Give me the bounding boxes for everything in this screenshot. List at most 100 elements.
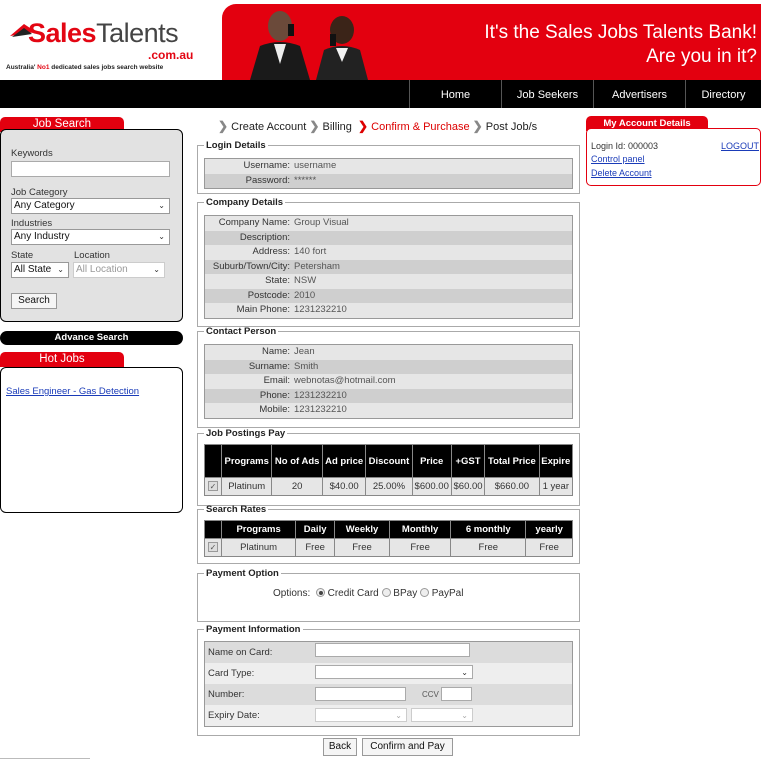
back-button[interactable]: Back [323, 738, 357, 756]
state-select[interactable]: All State ⌄ [11, 262, 69, 278]
job-search-panel: Keywords Job Category Any Category ⌄ Indu… [0, 129, 183, 322]
ccv-input[interactable] [441, 687, 472, 701]
business-people-photo [250, 11, 368, 80]
logout-link[interactable]: LOGOUT [721, 141, 759, 151]
chevron-down-icon: ⌄ [57, 265, 64, 274]
kv-row: Main Phone: 1231232210 [205, 303, 572, 318]
chevron-down-icon: ⌄ [461, 668, 468, 677]
kv-row: Surname: Smith [205, 359, 572, 374]
industries-select[interactable]: Any Industry ⌄ [11, 229, 170, 245]
col-header: Total Price [484, 444, 540, 478]
step-post-jobs: Post Job/s [485, 121, 538, 133]
paypal-radio[interactable] [419, 588, 429, 597]
kv-row: Password: ****** [205, 173, 572, 188]
col-header: Monthly [388, 520, 452, 539]
col-header: Programs [220, 444, 273, 478]
login-details-legend: Login Details [206, 140, 266, 151]
nav-advertisers[interactable]: Advertisers [593, 80, 685, 108]
col-header: Programs [220, 520, 297, 539]
col-header: Discount [365, 444, 413, 478]
card-number-input[interactable] [315, 687, 406, 701]
payment-options-row: Options: Credit Card BPay PayPal [273, 588, 463, 599]
nav-job-seekers[interactable]: Job Seekers [501, 80, 593, 108]
credit-card-label: Credit Card [327, 588, 379, 599]
footer-divider [0, 758, 90, 759]
state-label: State [11, 250, 34, 261]
search-button[interactable]: Search [11, 293, 57, 309]
col-header: Ad price [321, 444, 367, 478]
keywords-input[interactable] [11, 161, 170, 177]
bpay-label: BPay [393, 588, 418, 599]
col-header: yearly [525, 520, 573, 539]
table-row: ✓ Platinum Free Free Free Free Free [204, 538, 573, 557]
payment-info-table: Name on Card: Card Type: ⌄ Number: CCV E… [204, 641, 573, 727]
search-rates-table: Programs Daily Weekly Monthly 6 monthly … [204, 520, 573, 557]
hot-job-link[interactable]: Sales Engineer - Gas Detection [6, 386, 139, 397]
banner-subline: Are you in it? [646, 46, 757, 67]
confirm-and-pay-button[interactable]: Confirm and Pay [362, 738, 453, 756]
logo-domain: .com.au [148, 48, 194, 62]
job-category-label: Job Category [11, 187, 68, 198]
step-confirm-purchase: Confirm & Purchase [371, 121, 470, 133]
company-details-table: Company Name: Group Visual Description: A… [204, 215, 573, 319]
ccv-label: CCV [422, 690, 439, 699]
job-postings-table: Programs No of Ads Ad price Discount Pri… [204, 444, 574, 496]
program-checkbox[interactable]: ✓ [208, 481, 218, 491]
control-panel-link[interactable]: Control panel [591, 154, 645, 164]
location-label: Location [74, 250, 110, 261]
kv-row: Suburb/Town/City: Petersham [205, 259, 572, 274]
name-on-card-input[interactable] [315, 643, 470, 657]
step-arrow-icon: ❯ [218, 119, 229, 133]
kv-row: Phone: 1231232210 [205, 388, 572, 403]
industries-label: Industries [11, 218, 53, 229]
delete-account-link[interactable]: Delete Account [591, 168, 652, 178]
step-create-account: Create Account [231, 121, 307, 133]
login-id: Login Id: 000003 [591, 141, 659, 151]
table-row: ✓ Platinum 20 $40.00 25.00% $600.00 $60.… [204, 477, 574, 496]
kv-row: Name: Jean [205, 345, 572, 360]
step-arrow-icon: ❯ [472, 119, 483, 133]
header-banner: It's the Sales Jobs Talents Bank! Are yo… [222, 4, 761, 80]
nav-home[interactable]: Home [409, 80, 501, 108]
location-select[interactable]: All Location ⌄ [73, 262, 165, 278]
search-rates-legend: Search Rates [206, 504, 267, 515]
chevron-down-icon: ⌄ [153, 265, 160, 274]
nav-directory[interactable]: Directory [685, 80, 761, 108]
contact-person-table: Name: Jean Surname: Smith Email: webnotas@h… [204, 344, 573, 419]
kv-row: Address: 140 fort [205, 245, 572, 260]
kv-row: State: NSW [205, 274, 572, 289]
step-arrow-icon: ❯ [309, 119, 320, 133]
card-type-select[interactable]: ⌄ [315, 665, 473, 679]
col-header: Price [411, 444, 452, 478]
bpay-radio[interactable] [381, 588, 391, 597]
col-header: Expire [538, 444, 574, 478]
credit-card-radio[interactable] [315, 588, 325, 597]
col-header: 6 monthly [450, 520, 527, 539]
chevron-down-icon: ⌄ [158, 232, 165, 241]
login-details-table: Username: username Password: ****** [204, 158, 573, 189]
options-label: Options: [273, 588, 311, 599]
company-details-legend: Company Details [206, 197, 284, 208]
site-logo[interactable]: SalesTalents .com.au Australia' No1 dedi… [4, 10, 204, 80]
account-panel: Login Id: 000003 LOGOUT Control panel De… [586, 128, 761, 186]
rate-checkbox[interactable]: ✓ [208, 542, 218, 552]
kv-row: Mobile: 1231232210 [205, 403, 572, 418]
kv-row: Email: webnotas@hotmail.com [205, 374, 572, 389]
hot-jobs-tab: Hot Jobs [0, 352, 124, 367]
col-header: +GST [450, 444, 486, 478]
keywords-label: Keywords [11, 148, 53, 159]
expiry-month-select[interactable]: ⌄ [315, 708, 407, 722]
hot-jobs-panel: Sales Engineer - Gas Detection [0, 367, 183, 513]
kv-row: Company Name: Group Visual [205, 216, 572, 231]
site-header: SalesTalents .com.au Australia' No1 dedi… [0, 0, 761, 80]
expiry-year-select[interactable]: ⌄ [411, 708, 473, 722]
paypal-label: PayPal [431, 588, 464, 599]
payment-row: Name on Card: [205, 642, 572, 663]
kv-row: Description: [205, 230, 572, 245]
logo-text: SalesTalents [28, 18, 179, 48]
advance-search-button[interactable]: Advance Search [0, 331, 183, 345]
payment-row: Number: CCV [205, 684, 572, 705]
col-header: Daily [295, 520, 336, 539]
contact-person-legend: Contact Person [206, 326, 277, 337]
job-category-select[interactable]: Any Category ⌄ [11, 198, 170, 214]
